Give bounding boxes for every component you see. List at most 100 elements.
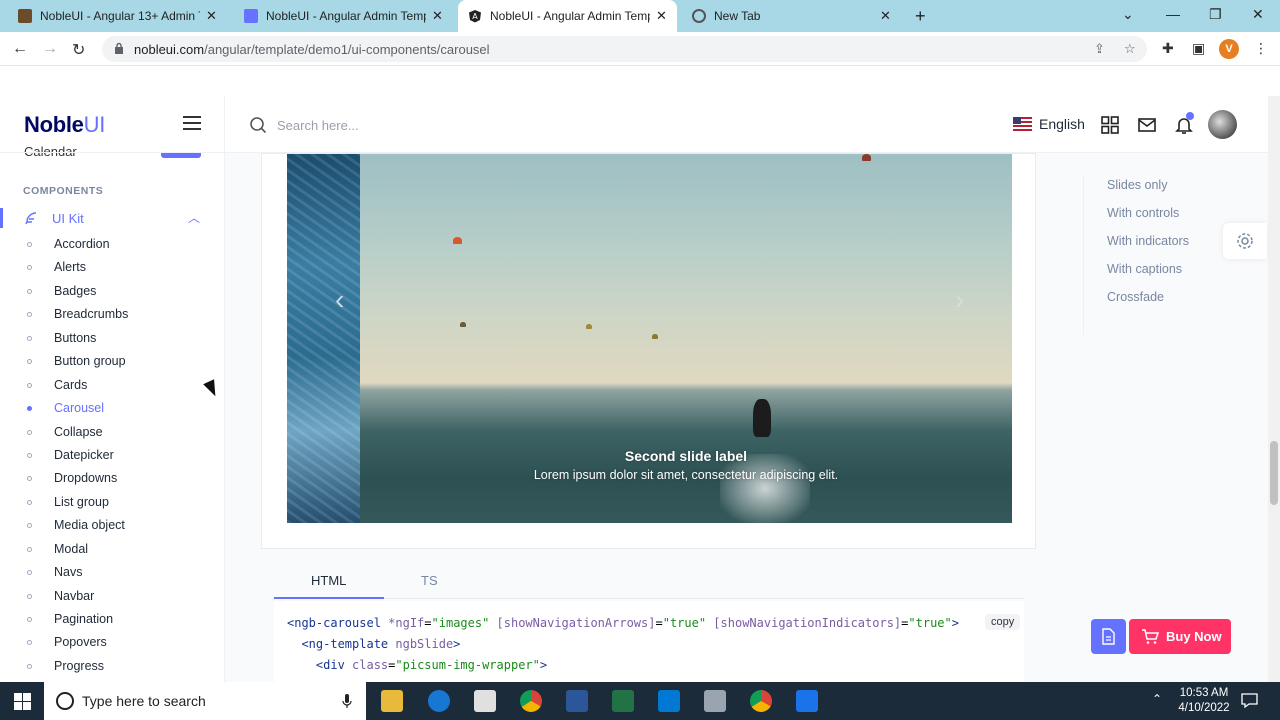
store-icon[interactable] <box>474 690 496 712</box>
carousel-caption-text: Lorem ipsum dolor sit amet, consectetur … <box>533 468 839 482</box>
system-tray-chevron-icon[interactable]: ⌃ <box>1152 692 1162 706</box>
section-nav-link-with-controls[interactable]: With controls <box>1107 203 1189 231</box>
user-avatar[interactable] <box>1208 110 1237 139</box>
bullet-circle-icon <box>27 593 32 599</box>
windows-start-icon[interactable] <box>14 693 31 710</box>
chrome-profile-icon[interactable] <box>750 690 772 712</box>
sidebar-item-alerts[interactable]: Alerts <box>0 256 224 279</box>
taskbar-search-text: Type here to search <box>82 693 206 709</box>
sidebar-item-label: Modal <box>54 541 89 556</box>
sidebar-item-list-group[interactable]: List group <box>0 491 224 514</box>
cortana-circle-icon <box>56 692 74 710</box>
carousel-prev-chevron-icon[interactable]: ‹ <box>335 284 344 316</box>
gear-icon <box>1237 233 1253 249</box>
word-icon[interactable] <box>566 690 588 712</box>
sidebar-item-navbar[interactable]: Navbar <box>0 585 224 608</box>
mail-icon[interactable] <box>1136 114 1158 136</box>
taskbar-clock[interactable]: 10:53 AM 4/10/2022 <box>1176 686 1232 716</box>
brand-logo[interactable]: NobleUI <box>24 112 105 138</box>
extensions-puzzle-icon[interactable]: ✚ <box>1162 40 1174 57</box>
bullet-circle-icon <box>27 265 32 271</box>
tab-ts[interactable]: TS <box>421 573 438 588</box>
app-icon[interactable] <box>704 690 726 712</box>
sidebar-item-buttons[interactable]: Buttons <box>0 327 224 350</box>
browser-tab-3[interactable]: A NobleUI - Angular Admin Templa ✕ <box>458 0 677 32</box>
sidebar-item-datepicker[interactable]: Datepicker <box>0 444 224 467</box>
minimize-icon[interactable]: — <box>1166 6 1180 22</box>
buy-now-button[interactable]: Buy Now <box>1129 619 1231 654</box>
brand-light: UI <box>83 112 106 137</box>
sidebar-item-accordion[interactable]: Accordion <box>0 233 224 256</box>
document-icon <box>1102 628 1115 645</box>
sidebar-item-carousel[interactable]: Carousel <box>0 397 224 420</box>
sidebar-group-ui-kit[interactable]: UI Kit ︿ <box>0 208 224 228</box>
profile-avatar[interactable]: V <box>1219 39 1239 59</box>
chrome-icon[interactable] <box>520 690 542 712</box>
code-token: = <box>655 616 663 630</box>
mail-app-icon[interactable] <box>658 690 680 712</box>
scrollbar-thumb[interactable] <box>1270 441 1278 505</box>
language-selector[interactable]: English <box>1039 116 1085 132</box>
chrome-menu-icon[interactable]: ⋮ <box>1254 40 1268 57</box>
sidebar-item-pagination[interactable]: Pagination <box>0 608 224 631</box>
copy-code-button[interactable]: copy <box>985 614 1021 630</box>
sidebar-item-breadcrumbs[interactable]: Breadcrumbs <box>0 303 224 326</box>
file-explorer-icon[interactable] <box>381 690 403 712</box>
angular-favicon-icon: A <box>469 10 481 23</box>
section-nav-link-with-indicators[interactable]: With indicators <box>1107 231 1189 259</box>
bookmark-star-icon[interactable]: ☆ <box>1124 41 1136 57</box>
bullet-circle-icon <box>27 312 32 318</box>
sidebar-item-media-object[interactable]: Media object <box>0 514 224 537</box>
sidebar-item-dropdowns[interactable]: Dropdowns <box>0 467 224 490</box>
sidebar-item-button-group[interactable]: Button group <box>0 350 224 373</box>
close-tab-icon[interactable]: ✕ <box>206 8 217 24</box>
bullet-circle-icon <box>27 382 32 388</box>
sidebar-item-badges[interactable]: Badges <box>0 280 224 303</box>
section-nav-link-slides-only[interactable]: Slides only <box>1107 175 1189 203</box>
carousel-next-chevron-icon[interactable]: › <box>955 284 964 316</box>
window-close-icon[interactable]: ✕ <box>1252 6 1264 23</box>
close-tab-icon[interactable]: ✕ <box>880 8 891 24</box>
documentation-button[interactable] <box>1091 619 1126 654</box>
sidebar-item-modal[interactable]: Modal <box>0 538 224 561</box>
browser-tab-2[interactable]: NobleUI - Angular Admin Templa ✕ <box>234 0 453 32</box>
edge-icon[interactable] <box>428 690 450 712</box>
code-token: "images" <box>431 616 490 630</box>
forward-arrow-icon[interactable]: → <box>42 40 58 58</box>
close-tab-icon[interactable]: ✕ <box>656 8 667 24</box>
sidebar-item-cards[interactable]: Cards <box>0 374 224 397</box>
page-scrollbar[interactable] <box>1268 96 1280 682</box>
search-input[interactable] <box>277 114 577 136</box>
microphone-icon[interactable] <box>342 693 352 709</box>
url-omnibox[interactable]: nobleui.com/angular/template/demo1/ui-co… <box>102 36 1147 62</box>
back-arrow-icon[interactable]: ← <box>12 40 28 58</box>
restore-icon[interactable]: ❐ <box>1209 6 1222 23</box>
sidebar-item-label: Button group <box>54 354 126 369</box>
sidebar-item-navs[interactable]: Navs <box>0 561 224 584</box>
excel-icon[interactable] <box>612 690 634 712</box>
sidebar-item-collapse[interactable]: Collapse <box>0 421 224 444</box>
sidebar-toggle-hamburger-icon[interactable] <box>183 116 201 130</box>
share-icon[interactable]: ⇪ <box>1094 41 1105 57</box>
settings-floating-button[interactable] <box>1223 223 1267 259</box>
section-nav-link-crossfade[interactable]: Crossfade <box>1107 287 1189 315</box>
app-icon[interactable] <box>796 690 818 712</box>
new-tab-plus-icon[interactable]: + <box>915 6 926 27</box>
section-nav-link-with-captions[interactable]: With captions <box>1107 259 1189 287</box>
code-token: > <box>951 616 959 630</box>
browser-tab-4[interactable]: New Tab ✕ <box>682 0 901 32</box>
apps-grid-icon[interactable] <box>1099 114 1121 136</box>
notifications-center-icon[interactable] <box>1241 692 1258 709</box>
tab-search-chevron-icon[interactable]: ⌄ <box>1122 6 1134 23</box>
side-panel-icon[interactable]: ▣ <box>1192 40 1205 57</box>
sidebar-item-progress[interactable]: Progress <box>0 655 224 678</box>
carousel[interactable]: ‹ › Second slide label Lorem ipsum dolor… <box>287 154 1012 523</box>
search-icon <box>250 117 267 134</box>
close-tab-icon[interactable]: ✕ <box>432 8 443 24</box>
taskbar-search-box[interactable]: Type here to search <box>44 682 366 720</box>
browser-tab-1[interactable]: NobleUI - Angular 13+ Admin Te ✕ <box>8 0 227 32</box>
tab-html[interactable]: HTML <box>311 573 346 588</box>
reload-icon[interactable]: ↻ <box>72 40 85 60</box>
code-token: = <box>424 616 432 630</box>
sidebar-item-popovers[interactable]: Popovers <box>0 631 224 654</box>
